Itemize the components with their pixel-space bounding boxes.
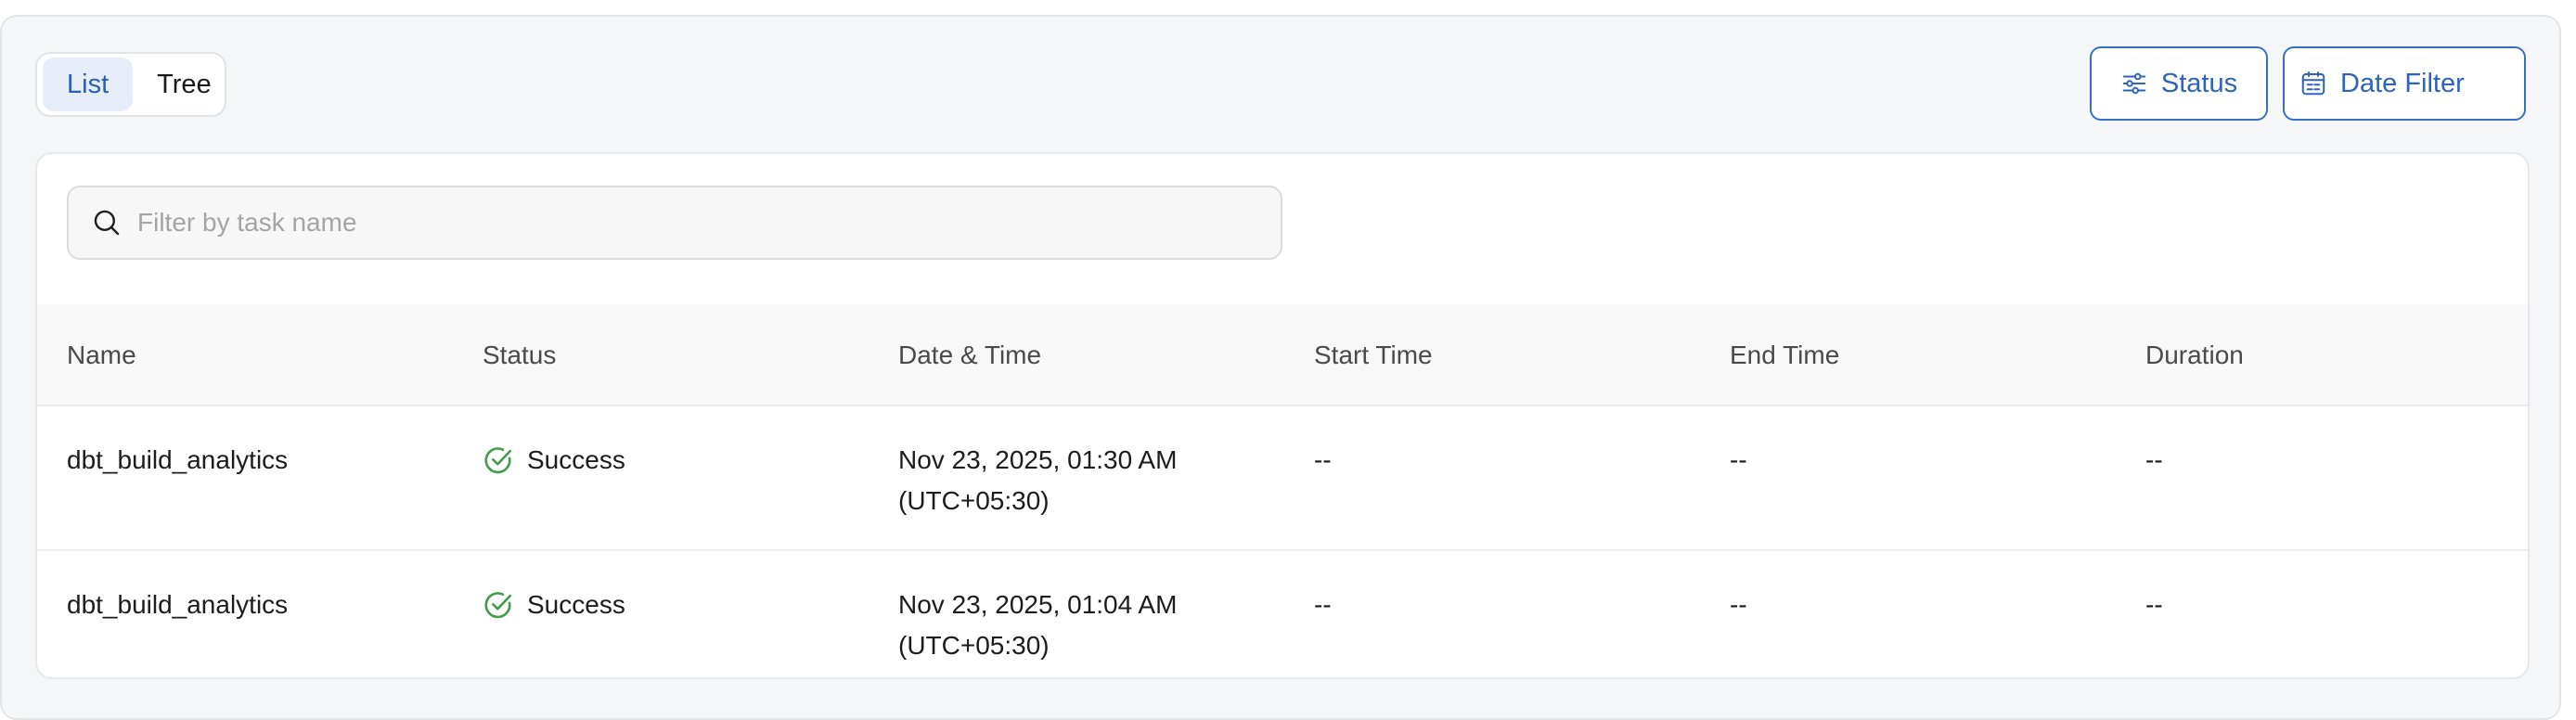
- duration-cell: --: [2145, 590, 2163, 619]
- start-time-cell: --: [1314, 445, 1332, 474]
- date-filter-label: Date Filter: [2340, 68, 2465, 98]
- table-header: Name Status Date & Time Start Time End T…: [37, 304, 2528, 406]
- column-header-date-time[interactable]: Date & Time: [898, 304, 1041, 406]
- search-box: [67, 186, 1282, 260]
- tree-view-button[interactable]: Tree: [133, 58, 236, 111]
- task-name: dbt_build_analytics: [67, 445, 289, 474]
- date-time-cell: Nov 23, 2025, 01:30 AM (UTC+05:30): [898, 440, 1177, 521]
- sliders-icon: [2122, 72, 2146, 95]
- runs-table-card: Name Status Date & Time Start Time End T…: [35, 152, 2530, 679]
- date-text: Nov 23, 2025, 01:30 AM: [898, 445, 1178, 474]
- duration-cell: --: [2145, 445, 2163, 474]
- status-cell: Success: [483, 440, 625, 481]
- task-name: dbt_build_analytics: [67, 590, 289, 619]
- column-header-duration[interactable]: Duration: [2145, 304, 2244, 406]
- task-name-search-input[interactable]: [137, 208, 1251, 238]
- calendar-icon: [2301, 71, 2325, 96]
- check-circle-icon: [484, 447, 512, 474]
- status-filter-button[interactable]: Status: [2090, 46, 2268, 121]
- column-header-start-time[interactable]: Start Time: [1314, 304, 1433, 406]
- column-header-end-time[interactable]: End Time: [1730, 304, 1839, 406]
- column-header-name[interactable]: Name: [67, 304, 136, 406]
- search-icon: [94, 210, 120, 236]
- date-time-cell: Nov 23, 2025, 01:04 AM (UTC+05:30): [898, 585, 1177, 666]
- status-text: Success: [527, 445, 625, 474]
- view-toggle: List Tree: [35, 52, 226, 117]
- status-text: Success: [527, 590, 625, 619]
- status-cell: Success: [483, 585, 625, 625]
- list-view-button[interactable]: List: [43, 58, 134, 111]
- date-text: Nov 23, 2025, 01:04 AM: [898, 590, 1178, 619]
- end-time-cell: --: [1730, 590, 1747, 619]
- timezone-text: (UTC+05:30): [898, 486, 1050, 515]
- runs-panel: List Tree Status Date Filter Name: [0, 15, 2561, 720]
- timezone-text: (UTC+05:30): [898, 631, 1050, 660]
- check-circle-icon: [484, 592, 512, 619]
- start-time-cell: --: [1314, 590, 1332, 619]
- table-row[interactable]: dbt_build_analytics Success Nov 23, 2025…: [37, 553, 2528, 677]
- column-header-status[interactable]: Status: [483, 304, 556, 406]
- table-row[interactable]: dbt_build_analytics Success Nov 23, 2025…: [37, 408, 2528, 551]
- end-time-cell: --: [1730, 445, 1747, 474]
- status-filter-label: Status: [2160, 68, 2238, 98]
- date-filter-button[interactable]: Date Filter: [2283, 46, 2526, 121]
